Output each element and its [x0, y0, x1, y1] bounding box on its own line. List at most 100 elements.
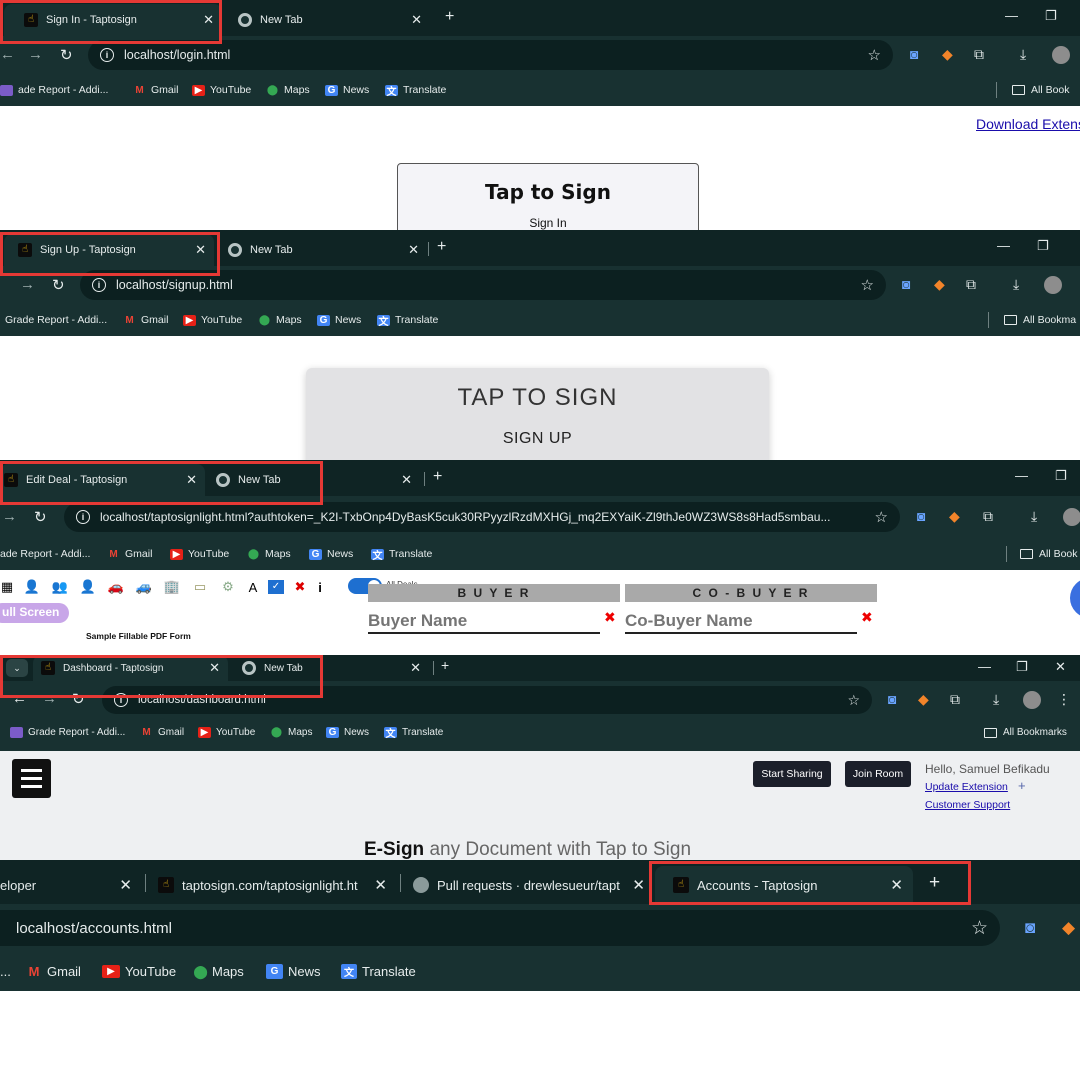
- all-bookmarks[interactable]: All Book: [1012, 84, 1070, 96]
- bookmark-maps[interactable]: ⬤ Maps: [247, 548, 291, 560]
- bookmark-translate[interactable]: 文 Translate: [341, 964, 416, 979]
- bookmark-grade-report[interactable]: Grade Report - Addi...: [10, 727, 125, 738]
- bookmark-grade-report[interactable]: ade Report - Addi...: [0, 548, 90, 560]
- user-badge-icon[interactable]: 👤: [78, 579, 98, 595]
- tab-pull-requests[interactable]: Pull requests · drewlesueur/tapt ✕: [405, 866, 653, 904]
- bookmark-maps[interactable]: ⬤ Maps: [258, 314, 302, 326]
- metamask-extension-icon[interactable]: ◆: [918, 691, 929, 708]
- screen-capture-extension-icon[interactable]: ◙: [888, 691, 896, 707]
- close-tab-icon[interactable]: ✕: [119, 876, 132, 894]
- profile-avatar[interactable]: [1023, 691, 1041, 709]
- extensions-puzzle-icon[interactable]: ⧉: [950, 691, 960, 708]
- tab-taptosign-light[interactable]: ☝ taptosign.com/taptosignlight.ht ✕: [150, 866, 395, 904]
- minimize-icon[interactable]: —: [997, 238, 1010, 253]
- close-tab-icon[interactable]: ✕: [410, 660, 421, 676]
- forward-icon[interactable]: →: [28, 46, 43, 63]
- extensions-puzzle-icon[interactable]: ⧉: [983, 508, 993, 525]
- new-tab-button[interactable]: +: [441, 657, 449, 673]
- download-icon[interactable]: ⤓: [1031, 508, 1037, 525]
- bookmark-gmail[interactable]: M Gmail: [133, 84, 178, 96]
- bookmark-maps[interactable]: ⬤ Maps: [193, 964, 244, 980]
- reload-icon[interactable]: ↻: [52, 276, 65, 294]
- card-icon[interactable]: ▭: [190, 579, 210, 595]
- reload-icon[interactable]: ↻: [34, 508, 47, 526]
- forward-icon[interactable]: →: [2, 508, 17, 525]
- people-icon[interactable]: 👥: [50, 579, 70, 595]
- checkbox-icon[interactable]: ✓: [268, 580, 284, 594]
- join-room-button[interactable]: Join Room: [845, 761, 911, 787]
- bookmark-youtube[interactable]: ▶ YouTube: [102, 964, 176, 979]
- restore-icon[interactable]: ❐: [1016, 659, 1028, 675]
- site-info-icon[interactable]: i: [100, 48, 114, 62]
- bookmark-star-icon[interactable]: ☆: [861, 276, 874, 294]
- close-tab-icon[interactable]: ✕: [408, 242, 419, 258]
- update-extension-link[interactable]: Update Extension: [925, 781, 1008, 793]
- bookmark-youtube[interactable]: ▶ YouTube: [170, 548, 229, 560]
- forward-icon[interactable]: →: [20, 276, 35, 293]
- bookmark-star-icon[interactable]: ☆: [868, 46, 881, 64]
- full-screen-button[interactable]: ull Screen: [0, 603, 70, 623]
- bookmark-news[interactable]: G News: [266, 964, 321, 979]
- close-tab-icon[interactable]: ✕: [411, 12, 422, 28]
- new-tab-button[interactable]: +: [433, 468, 442, 486]
- all-bookmarks[interactable]: All Bookma: [1004, 314, 1076, 326]
- reload-icon[interactable]: ↻: [60, 46, 73, 64]
- restore-icon[interactable]: ❐: [1037, 238, 1049, 254]
- address-bar[interactable]: localhost/accounts.html ☆: [0, 910, 1000, 946]
- bookmark-news[interactable]: G News: [309, 548, 353, 560]
- bookmark-maps[interactable]: ⬤ Maps: [266, 84, 310, 96]
- bookmark-news[interactable]: G News: [326, 727, 369, 738]
- bookmark-news[interactable]: G News: [325, 84, 369, 96]
- site-info-icon[interactable]: i: [76, 510, 90, 524]
- bookmark-maps[interactable]: ⬤ Maps: [270, 727, 313, 738]
- info-icon[interactable]: i: [316, 580, 324, 595]
- clear-buyer-icon[interactable]: ✖: [604, 609, 616, 626]
- all-bookmarks[interactable]: All Book: [1020, 548, 1078, 560]
- download-icon[interactable]: ⤓: [1020, 46, 1026, 63]
- address-bar[interactable]: i localhost/login.html ☆: [88, 40, 893, 70]
- bookmark-gmail[interactable]: M Gmail: [26, 964, 81, 979]
- car-icon[interactable]: 🚗: [106, 579, 126, 595]
- extensions-puzzle-icon[interactable]: ⧉: [966, 276, 976, 293]
- bookmark-translate[interactable]: 文 Translate: [377, 314, 438, 328]
- bookmark-youtube[interactable]: ▶ YouTube: [183, 314, 242, 326]
- download-icon[interactable]: ⤓: [1013, 276, 1019, 293]
- buyer-name-input[interactable]: [368, 610, 600, 634]
- screen-capture-extension-icon[interactable]: ◙: [902, 276, 910, 292]
- hamburger-menu-button[interactable]: [12, 759, 51, 798]
- all-bookmarks[interactable]: All Bookmarks: [984, 727, 1067, 738]
- metamask-extension-icon[interactable]: ◆: [1062, 918, 1075, 938]
- bookmark-translate[interactable]: 文 Translate: [371, 548, 432, 562]
- stamp-icon[interactable]: ⚙: [218, 579, 238, 595]
- bookmark-star-icon[interactable]: ☆: [847, 692, 860, 709]
- close-tab-icon[interactable]: ✕: [401, 472, 412, 488]
- new-tab-button[interactable]: +: [445, 8, 454, 26]
- start-sharing-button[interactable]: Start Sharing: [753, 761, 831, 787]
- bookmark-translate[interactable]: 文 Translate: [385, 84, 446, 98]
- tab-new-tab[interactable]: New Tab ✕: [230, 4, 430, 36]
- metamask-extension-icon[interactable]: ◆: [934, 276, 945, 293]
- bookmark-grade-report[interactable]: ade Report - Addi...: [0, 84, 108, 96]
- minimize-icon[interactable]: —: [978, 659, 991, 674]
- close-window-icon[interactable]: ✕: [1055, 659, 1066, 675]
- add-icon[interactable]: +: [1018, 778, 1026, 793]
- metamask-extension-icon[interactable]: ◆: [942, 46, 953, 63]
- bookmark-news[interactable]: G News: [317, 314, 361, 326]
- bookmark-overflow[interactable]: ...: [0, 964, 11, 979]
- download-icon[interactable]: ⤓: [993, 691, 999, 708]
- building-icon[interactable]: 🏢: [162, 579, 182, 595]
- bookmark-gmail[interactable]: M Gmail: [140, 727, 184, 738]
- address-bar[interactable]: i localhost/taptosignlight.html?authtoke…: [64, 502, 900, 532]
- bookmark-star-icon[interactable]: ☆: [875, 508, 888, 526]
- floating-action-button[interactable]: [1070, 578, 1080, 618]
- tab-developer[interactable]: eloper ✕: [0, 866, 140, 904]
- screen-capture-extension-icon[interactable]: ◙: [1025, 918, 1035, 938]
- person-icon[interactable]: 👤: [22, 579, 42, 595]
- tab-new-tab[interactable]: New Tab ✕: [222, 234, 427, 266]
- minimize-icon[interactable]: —: [1005, 8, 1018, 23]
- profile-avatar[interactable]: [1052, 46, 1070, 64]
- close-tab-icon[interactable]: ✕: [632, 876, 645, 894]
- screen-capture-extension-icon[interactable]: ◙: [910, 46, 918, 62]
- screen-capture-extension-icon[interactable]: ◙: [917, 508, 925, 524]
- bookmark-youtube[interactable]: ▶ YouTube: [192, 84, 251, 96]
